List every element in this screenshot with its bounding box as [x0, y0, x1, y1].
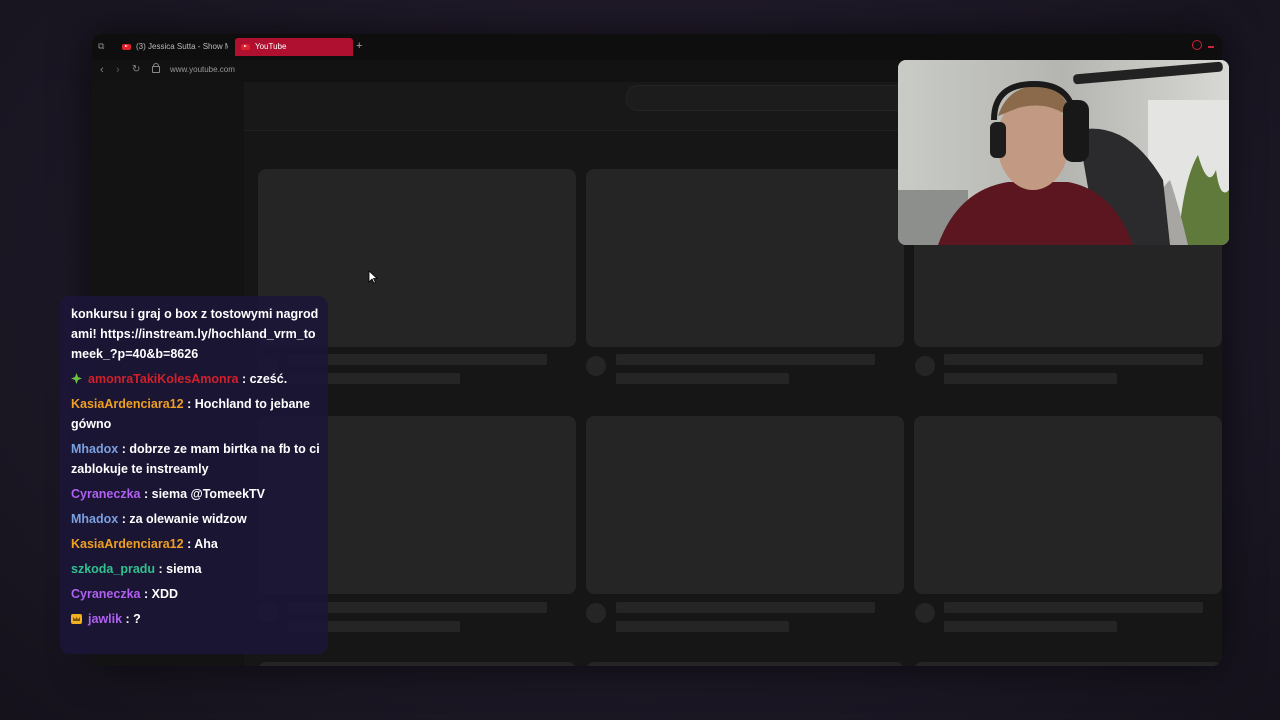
chat-message: jawlik : ? — [71, 609, 321, 629]
title-skeleton — [944, 354, 1203, 365]
chat-text: : za olewanie widzow — [121, 512, 247, 526]
chat-message: Mhadox : za olewanie widzow — [71, 509, 321, 529]
tab-jessica-sutta[interactable]: (3) Jessica Sutta - Show M — [116, 38, 228, 56]
video-thumbnail-skeleton — [586, 169, 904, 347]
channel-avatar-skeleton — [586, 603, 606, 623]
chat-username[interactable]: Cyraneczka — [71, 587, 141, 601]
video-thumbnail-skeleton — [914, 416, 1222, 594]
chat-username[interactable]: KasiaArdenciara12 — [71, 397, 184, 411]
webcam-overlay — [898, 60, 1229, 245]
leaf-icon — [71, 370, 82, 384]
chat-text: konkursu i graj o box z tostowymi nagrod… — [71, 307, 319, 361]
chat-text: : XDD — [143, 587, 179, 601]
chat-message: Mhadox : dobrze ze mam birtka na fb to c… — [71, 439, 321, 479]
video-thumbnail-skeleton — [258, 662, 576, 666]
forward-icon[interactable]: › — [116, 63, 120, 77]
chat-username[interactable]: amonraTakiKolesAmonra — [88, 372, 239, 386]
chat-text: : siema — [158, 562, 202, 576]
chat-username[interactable]: Mhadox — [71, 442, 118, 456]
meta-skeleton — [944, 621, 1117, 632]
stream-chat-overlay: konkursu i graj o box z tostowymi nagrod… — [60, 296, 328, 654]
reload-icon[interactable]: ↻ — [132, 63, 140, 77]
minimize-icon[interactable] — [1208, 46, 1214, 48]
youtube-favicon-icon — [241, 43, 250, 50]
chat-text: : siema @TomeekTV — [143, 487, 266, 501]
chat-message: KasiaArdenciara12 : Aha — [71, 534, 321, 554]
chat-message: Cyraneczka : XDD — [71, 584, 321, 604]
tab-label: (3) Jessica Sutta - Show M — [136, 42, 228, 51]
title-skeleton — [616, 354, 875, 365]
channel-avatar-skeleton — [586, 356, 606, 376]
chat-message-list: konkursu i graj o box z tostowymi nagrod… — [71, 304, 321, 634]
chat-text: : ? — [125, 612, 141, 626]
chat-text: : cześć. — [242, 372, 288, 386]
url-field[interactable]: www.youtube.com — [170, 65, 235, 74]
search-icon[interactable] — [1192, 40, 1202, 50]
chat-message: konkursu i graj o box z tostowymi nagrod… — [71, 304, 321, 364]
chat-message: amonraTakiKolesAmonra : cześć. — [71, 369, 321, 389]
tab-actions-icon[interactable]: ⧉ — [98, 41, 108, 51]
lock-icon — [152, 63, 160, 73]
chat-username[interactable]: KasiaArdenciara12 — [71, 537, 184, 551]
webcam-image — [898, 60, 1229, 245]
video-thumbnail-skeleton — [586, 662, 904, 666]
channel-avatar-skeleton — [915, 356, 935, 376]
tab-label: YouTube — [255, 42, 287, 51]
title-skeleton — [616, 602, 875, 613]
video-thumbnail-skeleton — [914, 662, 1222, 666]
channel-avatar-skeleton — [915, 603, 935, 623]
chat-message: szkoda_pradu : siema — [71, 559, 321, 579]
title-skeleton — [944, 602, 1203, 613]
meta-skeleton — [616, 621, 789, 632]
chat-text: : Aha — [187, 537, 218, 551]
tab-bar: ⧉ (3) Jessica Sutta - Show M YouTube + — [92, 34, 1222, 60]
chat-username[interactable]: jawlik — [88, 612, 122, 626]
video-thumbnail-skeleton — [586, 416, 904, 594]
crown-icon — [71, 614, 82, 624]
youtube-favicon-icon — [122, 43, 131, 50]
meta-skeleton — [944, 373, 1117, 384]
chat-message: KasiaArdenciara12 : Hochland to jebane g… — [71, 394, 321, 434]
tab-youtube[interactable]: YouTube — [235, 38, 353, 56]
new-tab-button[interactable]: + — [356, 40, 362, 52]
back-icon[interactable]: ‹ — [100, 63, 104, 77]
chat-username[interactable]: Mhadox — [71, 512, 118, 526]
chat-username[interactable]: Cyraneczka — [71, 487, 141, 501]
meta-skeleton — [616, 373, 789, 384]
chat-username[interactable]: szkoda_pradu — [71, 562, 155, 576]
chat-message: Cyraneczka : siema @TomeekTV — [71, 484, 321, 504]
